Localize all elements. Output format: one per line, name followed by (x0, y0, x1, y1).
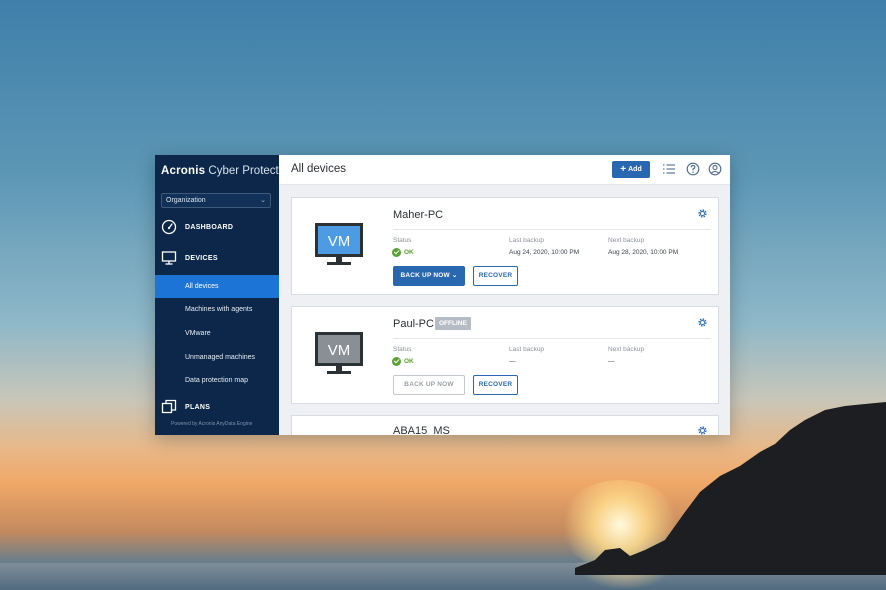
device-card[interactable]: ABA15_MS (291, 415, 719, 435)
svg-text:VM: VM (328, 342, 351, 359)
add-button-label: Add (628, 166, 642, 173)
plus-icon: + (620, 164, 627, 175)
next-backup-value: Aug 28, 2020, 10:00 PM (608, 249, 679, 256)
recover-label: RECOVER (478, 381, 513, 388)
sidebar-item-devices[interactable]: DEVICES (155, 247, 279, 271)
sidebar-item-data-protection-map[interactable]: Data protection map (155, 369, 279, 392)
monitor-icon (161, 251, 177, 265)
chevron-down-icon: ⌄ (451, 272, 458, 279)
dashboard-gauge-icon (161, 219, 177, 235)
sidebar-item-label: PLANS (185, 404, 211, 411)
device-name: Paul-PC (393, 318, 434, 330)
last-backup-label: Last backup (509, 237, 545, 244)
status-ok-icon (392, 357, 401, 366)
sidebar-item-all-devices[interactable]: All devices (155, 275, 279, 298)
device-name: ABA15_MS (393, 425, 450, 435)
last-backup-value: Aug 24, 2020, 10:00 PM (509, 249, 580, 256)
recover-label: RECOVER (478, 272, 513, 279)
gear-icon[interactable] (697, 425, 708, 435)
back-up-now-button[interactable]: BACK UP NOW ⌄ (393, 266, 465, 286)
back-up-now-button[interactable]: BACK UP NOW (393, 375, 465, 395)
powered-by-text: Powered by Acronis AnyData Engine (171, 421, 253, 427)
status-ok-icon (392, 248, 401, 257)
device-card[interactable]: VM Maher-PC Status Last backup Next back… (291, 197, 719, 295)
recover-button[interactable]: RECOVER (473, 266, 518, 286)
sidebar-item-label: DASHBOARD (185, 224, 234, 231)
chevron-down-icon: ⌄ (260, 197, 266, 204)
divider (393, 229, 711, 230)
help-icon[interactable] (686, 162, 700, 176)
user-account-icon[interactable] (708, 162, 722, 176)
sidebar-item-label: All devices (185, 283, 219, 290)
svg-text:VM: VM (328, 233, 351, 250)
recover-button[interactable]: RECOVER (473, 375, 518, 395)
next-backup-label: Next backup (608, 237, 645, 244)
device-card[interactable]: VM Paul-PC OFFLINE Status Last backup Ne… (291, 306, 719, 404)
sidebar-item-label: Unmanaged machines (185, 354, 256, 361)
sidebar-item-vmware[interactable]: VMware (155, 322, 279, 345)
sidebar: Acronis Cyber Protect Organization ⌄ DAS… (155, 155, 279, 435)
vm-monitor-icon: VM (315, 332, 363, 374)
gear-icon[interactable] (697, 317, 708, 328)
back-up-now-label: BACK UP NOW (404, 381, 454, 388)
devices-list: VM Maher-PC Status Last backup Next back… (279, 185, 730, 435)
organization-select[interactable]: Organization ⌄ (161, 193, 271, 208)
sidebar-item-dashboard[interactable]: DASHBOARD (155, 216, 279, 240)
device-name: Maher-PC (393, 209, 444, 221)
app-window: Acronis Cyber Protect Organization ⌄ DAS… (155, 155, 730, 435)
last-backup-label: Last backup (509, 346, 545, 353)
brand-logo: Acronis Cyber Protect (161, 165, 279, 177)
top-bar: All devices + Add (279, 155, 730, 185)
last-backup-value: — (509, 358, 516, 365)
sidebar-item-plans[interactable]: PLANS (155, 396, 279, 420)
add-button[interactable]: + Add (612, 161, 650, 178)
status-value: OK (404, 358, 414, 365)
sidebar-item-machines-with-agents[interactable]: Machines with agents (155, 298, 279, 321)
divider (393, 338, 711, 339)
status-label: Status (393, 346, 412, 353)
sidebar-item-label: Machines with agents (185, 306, 253, 313)
status-value: OK (404, 249, 414, 256)
sidebar-item-label: Data protection map (185, 377, 249, 384)
vm-monitor-icon: VM (315, 223, 363, 265)
sidebar-item-label: VMware (185, 330, 211, 337)
offline-badge: OFFLINE (435, 317, 471, 330)
back-up-now-label: BACK UP NOW (400, 272, 450, 279)
next-backup-label: Next backup (608, 346, 645, 353)
next-backup-value: — (608, 358, 615, 365)
page-title: All devices (291, 163, 346, 175)
sidebar-item-unmanaged-machines[interactable]: Unmanaged machines (155, 346, 279, 369)
organization-select-value: Organization (166, 197, 206, 204)
status-label: Status (393, 237, 412, 244)
plans-icon (161, 399, 177, 414)
list-view-icon[interactable] (662, 162, 676, 176)
gear-icon[interactable] (697, 208, 708, 219)
sidebar-item-label: DEVICES (185, 255, 218, 262)
